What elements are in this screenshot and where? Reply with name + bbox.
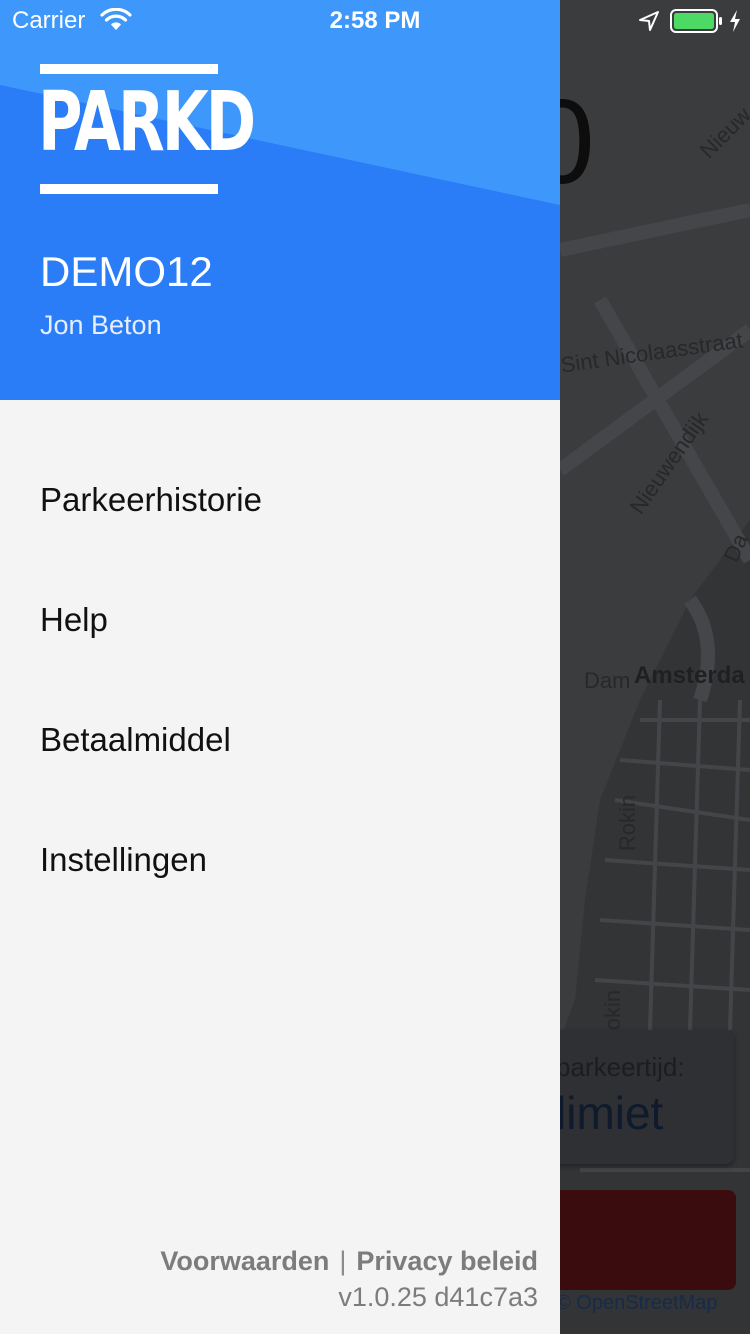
map-attribution: © OpenStreetMap: [556, 1292, 718, 1314]
terms-link[interactable]: Voorwaarden: [160, 1246, 329, 1276]
parking-time-label: parkeertijd:: [556, 1052, 685, 1082]
menu-item-betaalmiddel[interactable]: Betaalmiddel: [0, 680, 560, 800]
location-arrow-icon: [638, 10, 660, 37]
drawer-menu: Parkeerhistorie Help Betaalmiddel Instel…: [0, 440, 560, 920]
footer-links: Voorwaarden | Privacy beleid: [160, 1246, 538, 1277]
user-name: Jon Beton: [40, 310, 162, 340]
logo-bottom-bar: [40, 184, 218, 194]
street-label: Rokin: [615, 794, 641, 852]
privacy-link[interactable]: Privacy beleid: [356, 1246, 538, 1276]
charging-bolt-icon: [728, 9, 742, 38]
app-version: v1.0.25 d41c7a3: [338, 1282, 538, 1312]
menu-item-parkeerhistorie[interactable]: Parkeerhistorie: [0, 440, 560, 560]
city-label: Amsterda: [634, 662, 745, 689]
menu-item-help[interactable]: Help: [0, 560, 560, 680]
street-label: Dam: [584, 668, 631, 693]
parking-time-value: limiet: [556, 1087, 664, 1139]
account-id: DEMO12: [40, 248, 213, 295]
battery-icon: [670, 9, 724, 38]
side-drawer: PARKD DEMO12 Jon Beton Parkeerhistorie H…: [0, 0, 560, 1334]
menu-item-instellingen[interactable]: Instellingen: [0, 800, 560, 920]
logo-top-bar: [40, 64, 218, 74]
drawer-header: PARKD DEMO12 Jon Beton: [0, 0, 560, 400]
logo-wordmark: PARKD: [38, 75, 256, 170]
status-bar: Carrier 2:58 PM: [0, 0, 750, 40]
parkd-logo: PARKD: [38, 64, 256, 194]
footer-separator: |: [339, 1246, 347, 1276]
